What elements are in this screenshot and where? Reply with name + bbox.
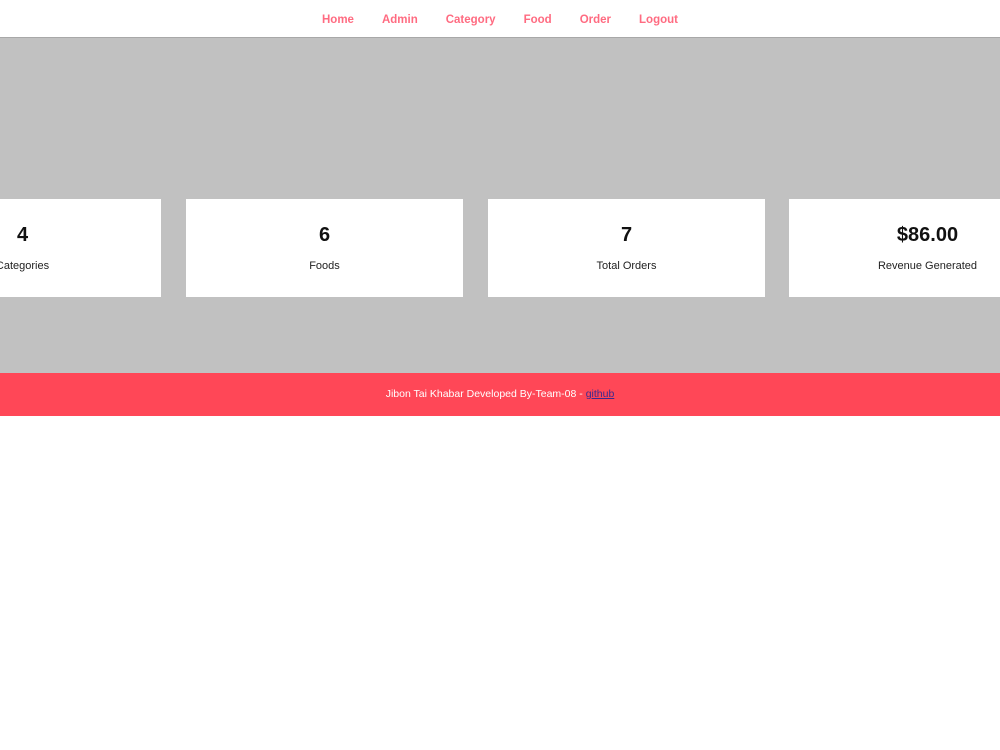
nav-link-admin[interactable]: Admin [382, 14, 418, 27]
dashboard-main: 4 Categories 6 Foods 7 Total Orders $86.… [0, 38, 1000, 373]
nav-item-home: Home [308, 10, 368, 28]
stat-value: 4 [16, 224, 29, 246]
stat-value: $86.00 [896, 224, 959, 246]
stat-card-foods: 6 Foods [186, 199, 463, 297]
nav-item-category: Category [432, 10, 510, 28]
nav-item-logout: Logout [625, 10, 692, 28]
stat-value: 7 [620, 224, 633, 246]
nav-item-admin: Admin [368, 10, 432, 28]
nav-menu: Home Admin Category Food Order Logout [0, 10, 1000, 28]
nav-link-home[interactable]: Home [322, 14, 354, 27]
stat-label: Categories [0, 260, 50, 272]
stat-label: Revenue Generated [877, 260, 978, 272]
top-navbar: Home Admin Category Food Order Logout [0, 0, 1000, 38]
stat-label: Foods [309, 260, 340, 272]
stat-card-categories: 4 Categories [0, 199, 161, 297]
stat-card-total-orders: 7 Total Orders [488, 199, 765, 297]
stat-value: 6 [318, 224, 331, 246]
footer: Jibon Tai Khabar Developed By-Team-08 - … [0, 373, 1000, 416]
stat-label: Total Orders [596, 260, 657, 272]
nav-link-category[interactable]: Category [446, 14, 496, 27]
footer-text: Jibon Tai Khabar Developed By-Team-08 - [385, 388, 586, 400]
stat-card-revenue: $86.00 Revenue Generated [789, 199, 1000, 297]
nav-item-order: Order [566, 10, 625, 28]
nav-item-food: Food [510, 10, 566, 28]
github-link[interactable]: github [586, 388, 615, 400]
nav-link-logout[interactable]: Logout [639, 14, 678, 27]
nav-link-food[interactable]: Food [524, 14, 552, 27]
nav-link-order[interactable]: Order [580, 14, 611, 27]
